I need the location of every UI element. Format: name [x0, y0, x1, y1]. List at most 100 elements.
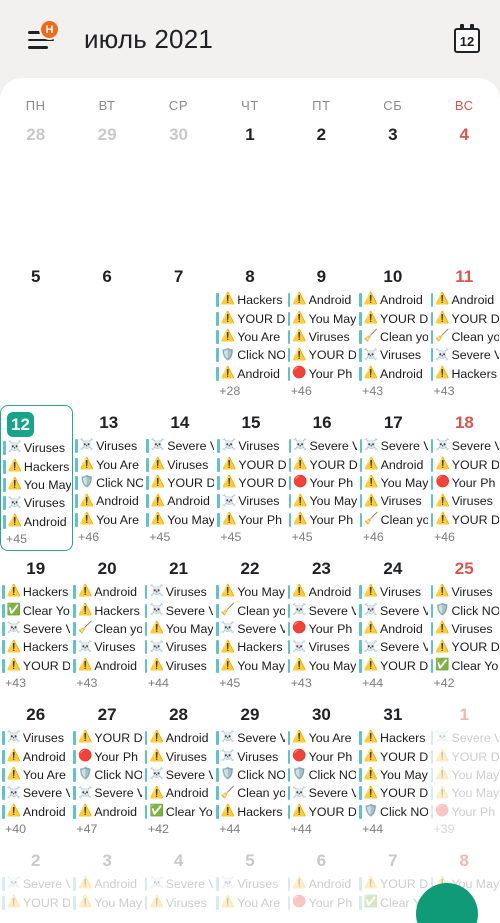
more-events-count[interactable]: +43	[357, 384, 428, 398]
day-cell-1[interactable]: 1 ☠️ Severe V ⚠️ YOUR D ⚠️ You May ⚠️ You May 🔴 Yo…	[429, 697, 500, 843]
event-chip[interactable]: ⚠️You May	[72, 893, 142, 911]
more-events-count[interactable]: +43	[286, 676, 357, 690]
event-chip[interactable]: ⚠️You May	[144, 620, 213, 638]
day-cell-29[interactable]: 29	[71, 117, 142, 259]
event-chip[interactable]: ⚠️ YOUR D	[287, 346, 356, 364]
event-chip[interactable]: ⚠️ Android	[2, 513, 71, 531]
day-cell-7[interactable]: 7	[143, 259, 214, 405]
event-chip[interactable]: ☠️ Viruses	[144, 583, 213, 601]
event-chip[interactable]: ⚠️ YOUR D	[215, 309, 285, 327]
event-chip[interactable]: ⚠️ YOUR D	[287, 803, 356, 821]
day-cell-17[interactable]: 17 ☠️ Severe V ⚠️ Android ⚠️ You May ⚠️ Viruses 🧹…	[358, 405, 429, 551]
more-events-count[interactable]: +44	[357, 676, 428, 690]
event-chip[interactable]: 🧹 Clean yo	[430, 328, 499, 346]
event-chip[interactable]: ⚠️You May	[430, 784, 499, 802]
event-chip[interactable]: ⚠️ Android	[145, 492, 214, 510]
day-cell-1[interactable]: 1	[214, 117, 285, 259]
event-chip[interactable]: ⚠️ YOUR D	[1, 893, 70, 911]
event-chip[interactable]: ⚠️ YOUR D	[430, 747, 499, 765]
day-cell-31[interactable]: 31 ⚠️ Hackers ⚠️ YOUR D ⚠️ You May ⚠️ YOUR D 🛡️ Cl…	[357, 697, 428, 843]
event-chip[interactable]: ⚠️ YOUR D	[216, 474, 286, 492]
day-cell-4[interactable]: 4 ☠️ Severe V ⚠️ Viruses	[143, 843, 214, 913]
event-chip[interactable]: ⚠️You May	[215, 583, 285, 601]
event-chip[interactable]: ⚠️You May	[358, 766, 428, 784]
event-chip[interactable]: ⚠️ Android	[287, 875, 356, 893]
event-chip[interactable]: ☠️ Viruses	[216, 492, 285, 510]
event-chip[interactable]: ⚠️ Viruses	[145, 455, 214, 473]
event-chip[interactable]: ⚠️ Android	[359, 455, 428, 473]
event-chip[interactable]: ☠️ Viruses	[216, 437, 285, 455]
event-chip[interactable]: ⚠️ Viruses	[359, 492, 428, 510]
day-cell-3[interactable]: 3	[357, 117, 428, 259]
event-chip[interactable]: 🔴 Your Ph	[72, 747, 141, 765]
more-events-count[interactable]: +46	[358, 530, 429, 544]
more-events-count[interactable]: +39	[429, 822, 500, 836]
event-chip[interactable]: ⚠️You May	[215, 657, 285, 675]
event-chip[interactable]: ⚠️ YOUR D	[358, 784, 428, 802]
event-chip[interactable]: ⚠️ YOUR D	[1, 657, 70, 675]
event-chip[interactable]: ☠️ Severe V	[215, 729, 285, 747]
event-chip[interactable]: ☠️ Severe V	[287, 784, 356, 802]
event-chip[interactable]: 🛡️ Click NO	[215, 346, 285, 364]
event-chip[interactable]: ⚠️ YOUR D	[430, 455, 499, 473]
event-chip[interactable]: ⚠️ Android	[358, 291, 427, 309]
event-chip[interactable]: ⚠️ Your Ph	[288, 511, 357, 529]
more-events-count[interactable]: +46	[73, 530, 144, 544]
day-cell-19[interactable]: 19 ⚠️ Hackers ✅ Clear Yo ☠️ Severe V ⚠️ Hackers ⚠…	[0, 551, 71, 697]
event-chip[interactable]: ✅ Clear Yo	[144, 803, 213, 821]
event-chip[interactable]: ⚠️ You Are	[74, 455, 143, 473]
event-chip[interactable]: ☠️ Severe V	[287, 601, 356, 619]
more-events-count[interactable]: +42	[143, 822, 214, 836]
event-chip[interactable]: ⚠️ Android	[72, 657, 141, 675]
event-chip[interactable]: ⚠️You May	[288, 492, 357, 510]
event-chip[interactable]: ⚠️ Android	[215, 365, 284, 383]
day-cell-4[interactable]: 4	[429, 117, 500, 259]
event-chip[interactable]: ☠️ Viruses	[72, 638, 141, 656]
event-chip[interactable]: ⚠️ Hackers	[1, 638, 70, 656]
day-cell-24[interactable]: 24 ⚠️ Viruses ☠️ Severe V ⚠️ Android ☠️ Severe V…	[357, 551, 428, 697]
event-chip[interactable]: ⚠️ Hackers	[215, 638, 284, 656]
event-chip[interactable]: ⚠️ YOUR D	[358, 747, 428, 765]
account-badge[interactable]: H	[39, 19, 60, 40]
day-cell-6[interactable]: 6 ⚠️ Android 🔴 Your Ph	[286, 843, 357, 913]
event-chip[interactable]: 🧹 Clean yo	[72, 620, 142, 638]
day-cell-25[interactable]: 25 ⚠️ Viruses 🛡️ Click NO ⚠️ Viruses ⚠️ YOUR D ✅ C…	[429, 551, 500, 697]
event-chip[interactable]: 🧹 Clean yo	[359, 511, 428, 529]
event-chip[interactable]: ⚠️ YOUR D	[216, 455, 286, 473]
event-chip[interactable]: ⚠️ Viruses	[144, 657, 213, 675]
event-chip[interactable]: ☠️ Severe V	[430, 346, 499, 364]
today-calendar-icon[interactable]: 12	[452, 24, 482, 54]
more-events-count[interactable]: +44	[286, 822, 357, 836]
event-chip[interactable]: ⚠️ YOUR D	[358, 657, 428, 675]
event-chip[interactable]: ⚠️ You Are	[287, 729, 356, 747]
event-chip[interactable]: ⚠️ Android	[1, 803, 70, 821]
event-chip[interactable]: ⚠️ Hackers	[215, 803, 284, 821]
event-chip[interactable]: 🛡️ Click NO	[430, 601, 499, 619]
event-chip[interactable]: 🔴 Your Ph	[287, 365, 356, 383]
more-events-count[interactable]: +46	[429, 530, 500, 544]
event-chip[interactable]: 🛡️ Click NO	[358, 803, 428, 821]
event-chip[interactable]: ☠️ Viruses	[74, 437, 143, 455]
event-chip[interactable]: ✅ Clear Yo	[430, 657, 499, 675]
event-chip[interactable]: ⚠️ YOUR D	[430, 638, 499, 656]
event-chip[interactable]: 🛡️ Click NO	[215, 766, 285, 784]
event-chip[interactable]: 🔴 Your Ph	[430, 474, 499, 492]
event-chip[interactable]: ⚠️ Android	[430, 291, 499, 309]
event-chip[interactable]: 🔴 Your Ph	[287, 893, 356, 911]
event-chip[interactable]: ⚠️ YOUR D	[430, 511, 499, 529]
day-cell-16[interactable]: 16 ☠️ Severe V ⚠️ YOUR D 🔴 Your Ph ⚠️ You May ⚠️ Y…	[287, 405, 358, 551]
day-cell-18[interactable]: 18 ☠️ Severe V ⚠️ YOUR D 🔴 Your Ph ⚠️ Viruses ⚠️ Y…	[429, 405, 500, 551]
day-cell-30[interactable]: 30 ⚠️ You Are 🔴 Your Ph 🛡️ Click NO ☠️ Severe V ⚠…	[286, 697, 357, 843]
day-cell-15[interactable]: 15 ☠️ Viruses ⚠️ YOUR D ⚠️ YOUR D ☠️ Viruses ⚠️ Yo…	[215, 405, 286, 551]
more-events-count[interactable]: +43	[0, 676, 71, 690]
day-cell-23[interactable]: 23 ⚠️ Android ☠️ Severe V 🔴 Your Ph ☠️ Viruses ⚠️…	[286, 551, 357, 697]
event-chip[interactable]: 🧹 Clean yo	[215, 601, 285, 619]
event-chip[interactable]: ⚠️You May	[287, 657, 356, 675]
more-events-count[interactable]: +44	[214, 822, 285, 836]
event-chip[interactable]: ☠️ Viruses	[2, 494, 71, 512]
event-chip[interactable]: ☠️ Viruses	[358, 346, 427, 364]
day-cell-2[interactable]: 2	[286, 117, 357, 259]
day-cell-12[interactable]: 12 ☠️ Viruses ⚠️ Hackers ⚠️ You May ☠️ Viruses ⚠️…	[0, 405, 74, 551]
day-cell-22[interactable]: 22 ⚠️ You May 🧹 Clean yo ☠️ Severe V ⚠️ Hackers ⚠…	[214, 551, 285, 697]
event-chip[interactable]: ⚠️ Hackers	[215, 291, 284, 309]
